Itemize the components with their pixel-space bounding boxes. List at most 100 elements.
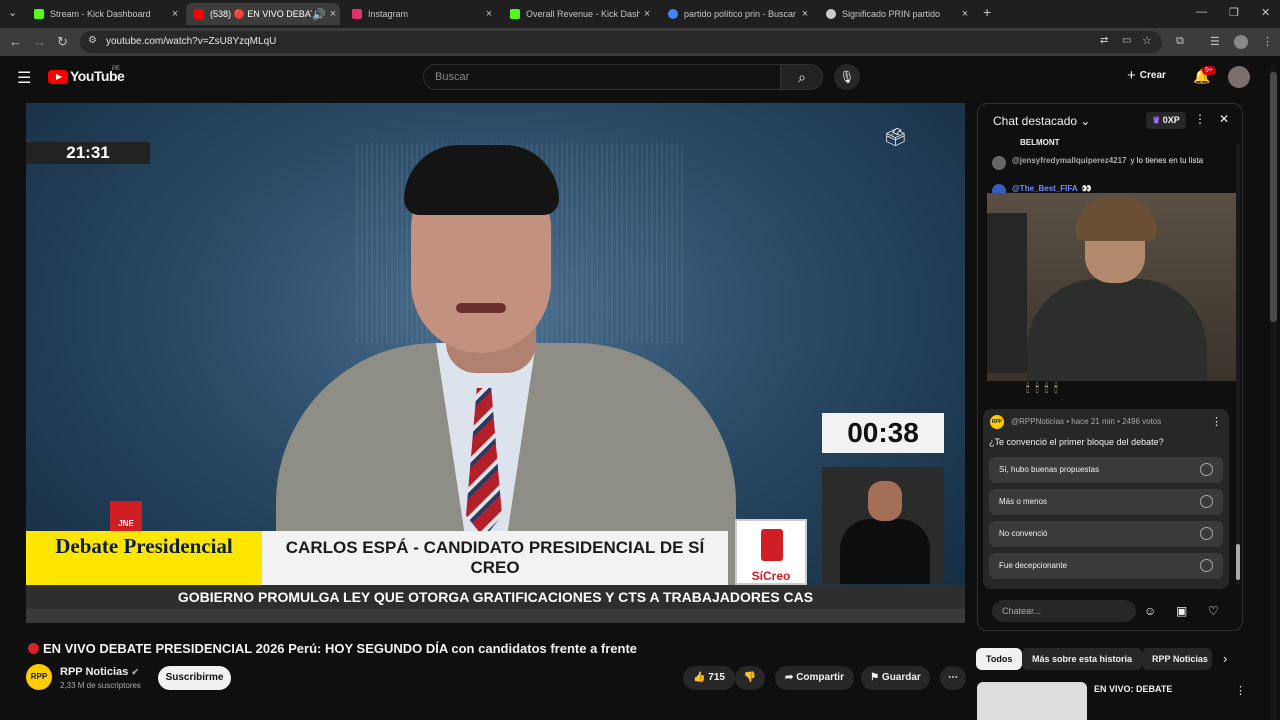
chat-input[interactable]: Chatear... (992, 600, 1136, 622)
video-progress-bar[interactable] (26, 609, 965, 623)
minimize-icon[interactable]: — (1196, 6, 1207, 18)
like-button[interactable]: 👍 715 (683, 666, 735, 690)
tab-search-icon[interactable]: ⌄ (8, 6, 17, 19)
radio-icon[interactable] (1200, 495, 1213, 508)
save-label: Guardar (881, 672, 921, 683)
extensions-icon[interactable]: ⧉ (1176, 35, 1184, 48)
share-button[interactable]: ➦ Compartir (775, 666, 854, 690)
tab-title: partido político prin - Buscar co (684, 9, 798, 19)
poll-option[interactable]: Fue decepcionante (989, 553, 1223, 579)
youtube-favicon-icon (194, 9, 204, 19)
speaker-icon[interactable]: 🔊 (312, 8, 326, 21)
presenter-mouth (456, 303, 506, 313)
radio-icon[interactable] (1200, 527, 1213, 540)
back-icon[interactable]: ← (9, 34, 22, 49)
recommended-title[interactable]: EN VIVO: DEBATE (1094, 684, 1172, 694)
chip-channel[interactable]: RPP Noticias (1142, 648, 1212, 670)
interpreter-head (868, 481, 902, 521)
kick-favicon-icon (34, 9, 44, 19)
hamburger-menu-icon[interactable]: ☰ (17, 68, 31, 88)
profile-avatar[interactable] (1234, 35, 1248, 49)
tab-kick-dashboard[interactable]: Stream - Kick Dashboard × (26, 3, 182, 25)
tab-youtube-active[interactable]: (538) 🔴 EN VIVO DEBATE P 🔊 × (186, 3, 340, 25)
save-button[interactable]: ⚑ Guardar (861, 666, 930, 690)
tab-title: (538) 🔴 EN VIVO DEBATE P (210, 8, 312, 19)
close-tab-icon[interactable]: × (958, 8, 972, 20)
chevron-right-icon[interactable]: › (1223, 651, 1227, 666)
close-tab-icon[interactable]: × (326, 8, 340, 20)
share-icon: ➦ (785, 672, 794, 683)
voice-search-button[interactable]: 🎙 (834, 64, 860, 90)
recommended-thumbnail[interactable] (977, 682, 1087, 720)
poll-option[interactable]: No convenció (989, 521, 1223, 547)
poll-option-label: Sí, hubo buenas propuestas (999, 465, 1100, 474)
radio-icon[interactable] (1200, 463, 1213, 476)
channel-avatar[interactable]: RPP (26, 664, 52, 690)
bookmark-star-icon[interactable]: ☆ (1142, 34, 1152, 47)
radio-icon[interactable] (1200, 559, 1213, 572)
tab-instagram[interactable]: Instagram × (344, 3, 496, 25)
chat-author[interactable]: @The_Best_FIFA (1012, 184, 1078, 193)
browser-tab-bar: ⌄ Stream - Kick Dashboard × (538) 🔴 EN V… (0, 0, 1280, 28)
close-tab-icon[interactable]: × (640, 8, 654, 20)
chip-story[interactable]: Más sobre esta historia (1022, 648, 1143, 670)
user-avatar[interactable] (1228, 66, 1250, 88)
translate-icon[interactable]: ⇄ (1100, 35, 1108, 46)
create-button[interactable]: + Crear (1127, 67, 1166, 84)
channel-name[interactable]: RPP Noticias ✔ (60, 666, 139, 678)
live-dot-icon (28, 643, 39, 654)
notification-badge: 9+ (1202, 66, 1216, 75)
chat-scrollbar-thumb[interactable] (1236, 544, 1240, 580)
youtube-logo-icon[interactable] (48, 70, 68, 84)
url-text[interactable]: youtube.com/watch?v=ZsU8YzqMLqU (106, 36, 276, 47)
more-actions-button[interactable]: ⋯ (940, 666, 966, 690)
country-code: PE (112, 66, 121, 72)
restore-icon[interactable]: ❐ (1229, 6, 1239, 19)
forward-icon[interactable]: → (33, 34, 46, 49)
chat-message: BELMONT (992, 138, 1224, 147)
page-scrollbar-thumb[interactable] (1270, 72, 1277, 322)
reload-icon[interactable]: ↻ (57, 34, 68, 50)
close-tab-icon[interactable]: × (168, 8, 182, 20)
close-tab-icon[interactable]: × (798, 8, 812, 20)
new-tab-icon[interactable]: + (983, 4, 991, 20)
tab-google-search[interactable]: partido político prin - Buscar co × (660, 3, 812, 25)
channel-name-text[interactable]: RPP Noticias (60, 666, 128, 678)
search-input[interactable]: Buscar (423, 64, 781, 90)
create-label: Crear (1139, 70, 1166, 81)
cast-icon[interactable]: ▭ (1122, 35, 1131, 46)
chat-poll: RPP @RPPNoticias • hace 21 min • 2496 vo… (983, 409, 1229, 589)
tab-significado[interactable]: Significado PRIN partido × (818, 3, 972, 25)
chat-author[interactable]: @jensyfredymallquiperez4217 (1012, 156, 1127, 165)
site-info-icon[interactable]: ⚙ (88, 35, 97, 46)
chip-todos[interactable]: Todos (976, 648, 1023, 670)
omnibox[interactable]: ⚙ youtube.com/watch?v=ZsU8YzqMLqU ⇄ ▭ ☆ (80, 31, 1162, 53)
heart-icon[interactable]: ♡ (1208, 604, 1219, 618)
interpreter-body (840, 519, 930, 584)
close-window-icon[interactable]: ✕ (1261, 6, 1270, 19)
poll-option[interactable]: Sí, hubo buenas propuestas (989, 457, 1223, 483)
lower-third-main: CARLOS ESPÁ - CANDIDATO PRESIDENCIAL DE … (262, 531, 728, 585)
super-chat-icon[interactable]: ▣ (1176, 604, 1187, 618)
close-chat-icon[interactable]: ✕ (1219, 112, 1229, 126)
presenter-hair (404, 145, 559, 215)
reading-list-icon[interactable]: ☰ (1210, 35, 1220, 48)
xp-badge[interactable]: ♛ 0XP (1146, 112, 1186, 129)
video-player[interactable]: 🗳 21:31 00:38 JNE Debate Presidencial CA… (26, 103, 965, 623)
tab-kick-revenue[interactable]: Overall Revenue - Kick Dashbo × (502, 3, 654, 25)
poll-menu-icon[interactable]: ⋮ (1211, 415, 1222, 428)
chat-scrollbar[interactable] (1236, 144, 1240, 584)
recommended-menu-icon[interactable]: ⋮ (1235, 684, 1246, 697)
chat-menu-icon[interactable]: ⋮ (1194, 112, 1206, 126)
emoji-icon[interactable]: ☺ (1144, 604, 1156, 618)
chat-mode-dropdown[interactable]: Chat destacado ⌄ (993, 114, 1090, 128)
page-scrollbar[interactable] (1270, 66, 1277, 720)
menu-dots-icon[interactable]: ⋮ (1262, 35, 1273, 48)
close-tab-icon[interactable]: × (482, 8, 496, 20)
subscribe-button[interactable]: Suscribirme (158, 666, 231, 690)
search-button[interactable]: ⌕ (781, 64, 823, 90)
poll-option[interactable]: Más o menos (989, 489, 1223, 515)
chevron-down-icon: ⌄ (1080, 114, 1091, 128)
dislike-button[interactable]: 👎 (735, 666, 765, 690)
streamer-webcam-overlay (987, 193, 1238, 381)
